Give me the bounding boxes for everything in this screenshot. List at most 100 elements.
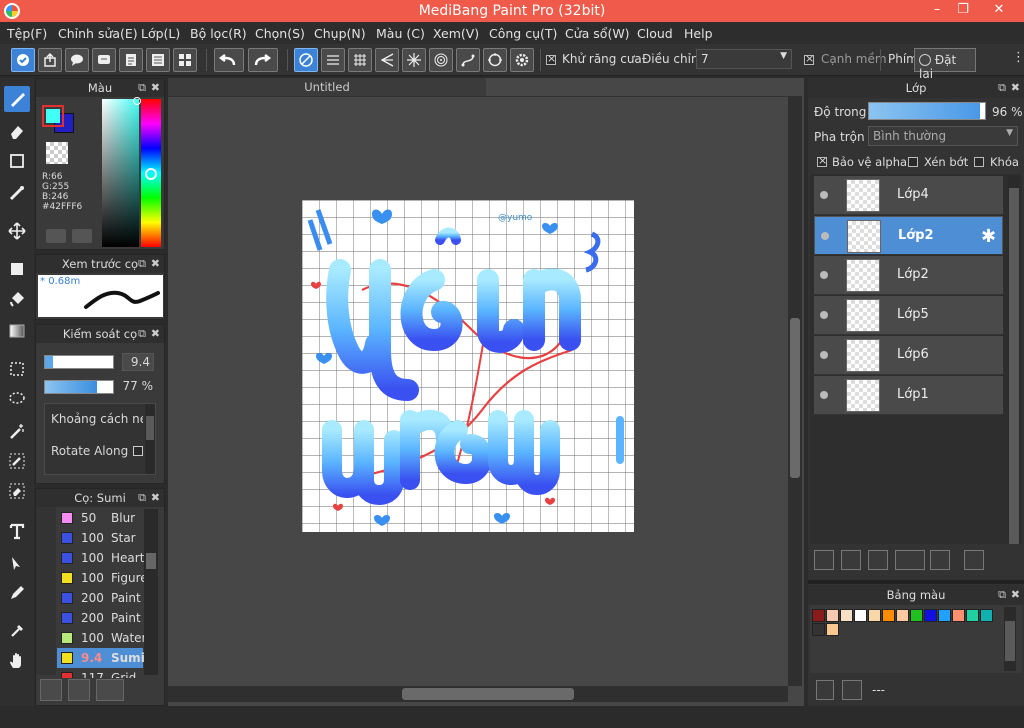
palette-swatch[interactable]: [812, 609, 825, 622]
primary-color-swatch[interactable]: [42, 105, 64, 127]
document-tab[interactable]: Untitled: [168, 78, 486, 96]
brush-size-value[interactable]: 9.4: [122, 353, 154, 371]
popout-icon[interactable]: ⧉: [138, 255, 146, 273]
options-scrollbar[interactable]: [145, 404, 155, 474]
visibility-icon[interactable]: [820, 391, 828, 399]
curve-snap-icon[interactable]: [456, 48, 480, 72]
palette-swatch[interactable]: [826, 609, 839, 622]
protect-alpha-checkbox[interactable]: [817, 154, 827, 167]
menu-snap[interactable]: Chụp(N): [314, 26, 366, 41]
duplicate-layer-icon[interactable]: [964, 550, 984, 570]
share-icon[interactable]: [38, 48, 62, 72]
cloud-save-icon[interactable]: [11, 48, 35, 72]
panel-close-icon[interactable]: ✖: [151, 79, 160, 97]
layer-row[interactable]: Lớp2 ✱: [814, 216, 1003, 255]
close-button[interactable]: ✕: [982, 0, 1016, 22]
visibility-icon[interactable]: [821, 232, 829, 240]
panel-close-icon[interactable]: ✖: [1011, 78, 1020, 98]
popout-icon[interactable]: ⧉: [138, 79, 146, 97]
layer-row[interactable]: Lớp5: [814, 296, 1003, 335]
add-layer-menu-icon[interactable]: [895, 550, 925, 570]
layer-row[interactable]: Lớp4: [814, 176, 1003, 215]
canvas-hscroll-thumb[interactable]: [402, 688, 574, 700]
palette-scroll-thumb[interactable]: [1005, 621, 1015, 661]
new-1bit-layer-icon[interactable]: [868, 550, 888, 570]
hue-cursor[interactable]: [145, 168, 157, 180]
brush-list-item[interactable]: 200 Paint: [57, 608, 143, 628]
palette-swatch[interactable]: [868, 609, 881, 622]
visibility-icon[interactable]: [820, 351, 828, 359]
smooth-edge-checkbox[interactable]: [804, 52, 814, 65]
menu-window[interactable]: Cửa sổ(W): [565, 26, 630, 41]
menu-edit[interactable]: Chỉnh sửa(E): [58, 26, 138, 41]
toolbar-more-icon[interactable]: ⋮: [1012, 50, 1024, 65]
add-palette-color-icon[interactable]: [816, 680, 834, 700]
brush-list-item[interactable]: 117 Grid: [57, 668, 143, 678]
gradient-tool-icon[interactable]: [4, 318, 30, 344]
magic-wand-tool-icon[interactable]: [4, 418, 30, 444]
dot-brush-tool-icon[interactable]: [4, 180, 30, 206]
list-icon[interactable]: [146, 48, 170, 72]
menu-tools[interactable]: Công cụ(T): [489, 26, 557, 41]
menu-select[interactable]: Chọn(S): [255, 26, 305, 41]
bucket-tool-icon[interactable]: [4, 286, 30, 312]
menu-file[interactable]: Tệp(F): [7, 26, 47, 41]
layer-scroll-thumb[interactable]: [1009, 188, 1019, 544]
rectangle-tool-icon[interactable]: [4, 148, 30, 174]
palette-scrollbar[interactable]: [1004, 607, 1016, 671]
menu-cloud[interactable]: Cloud: [637, 26, 673, 41]
menu-view[interactable]: Xem(V): [433, 26, 479, 41]
saturation-brightness-picker[interactable]: [102, 97, 141, 247]
visibility-icon[interactable]: [820, 271, 828, 279]
brush-tool-icon[interactable]: [4, 86, 30, 112]
menu-layer[interactable]: Lớp(L): [141, 26, 180, 41]
clip-checkbox[interactable]: [908, 157, 918, 167]
document-icon[interactable]: [119, 48, 143, 72]
layer-row[interactable]: Lớp6: [814, 336, 1003, 375]
delete-palette-color-icon[interactable]: [842, 680, 862, 700]
brush-list-item[interactable]: 100 Heart: [57, 548, 144, 568]
antialias-checkbox[interactable]: [546, 52, 556, 65]
select-eraser-tool-icon[interactable]: [4, 478, 30, 504]
radial-snap-icon[interactable]: [402, 48, 426, 72]
select-rect-tool-icon[interactable]: [4, 356, 30, 382]
select-pen-tool-icon[interactable]: [4, 448, 30, 474]
palette-swatch[interactable]: [896, 609, 909, 622]
palette-swatch[interactable]: [938, 609, 951, 622]
canvas-vscroll-thumb[interactable]: [790, 318, 800, 478]
brush-list-item[interactable]: 100 Figure: [57, 568, 148, 588]
menu-help[interactable]: Help: [684, 26, 713, 41]
palette-swatch[interactable]: [924, 609, 937, 622]
layer-list-scrollbar[interactable]: [1008, 176, 1020, 544]
palette-swatch[interactable]: [952, 609, 965, 622]
layer-row[interactable]: Lớp1: [814, 376, 1003, 415]
popout-icon[interactable]: ⧉: [138, 325, 146, 343]
canvas-horizontal-scrollbar[interactable]: [168, 686, 788, 702]
new-folder-icon[interactable]: [930, 550, 950, 570]
new-8bit-layer-icon[interactable]: [841, 550, 861, 570]
eraser-tool-icon[interactable]: [4, 118, 30, 144]
brush-list-scroll-thumb[interactable]: [146, 553, 156, 569]
redo-icon[interactable]: [248, 48, 278, 72]
palette-swatch[interactable]: [980, 609, 993, 622]
vanishing-point-icon[interactable]: [375, 48, 399, 72]
palette-swatch[interactable]: [840, 609, 853, 622]
palette-swatch[interactable]: [882, 609, 895, 622]
snap-settings-icon[interactable]: [510, 48, 534, 72]
blend-mode-dropdown[interactable]: Bình thường ▼: [868, 126, 1018, 146]
text-tool-icon[interactable]: [4, 518, 30, 544]
brush-size-slider[interactable]: [44, 355, 114, 369]
undo-icon[interactable]: [214, 48, 244, 72]
brush-opacity-slider[interactable]: [44, 380, 114, 394]
popout-icon[interactable]: ⧉: [138, 489, 146, 507]
eyedropper-tool-icon[interactable]: [4, 618, 30, 644]
brush-list-scrollbar[interactable]: [144, 509, 158, 675]
rotate-along-checkbox[interactable]: [133, 446, 143, 456]
fill-rect-tool-icon[interactable]: [4, 256, 30, 282]
operation-tool-icon[interactable]: [4, 550, 30, 576]
palette-swatch[interactable]: [966, 609, 979, 622]
popout-icon[interactable]: ⧉: [998, 585, 1006, 605]
brush-opacity-value[interactable]: 77 %: [122, 378, 156, 396]
pen-tool-icon[interactable]: [4, 580, 30, 606]
brush-list-item[interactable]: 50 Blur: [57, 508, 143, 528]
